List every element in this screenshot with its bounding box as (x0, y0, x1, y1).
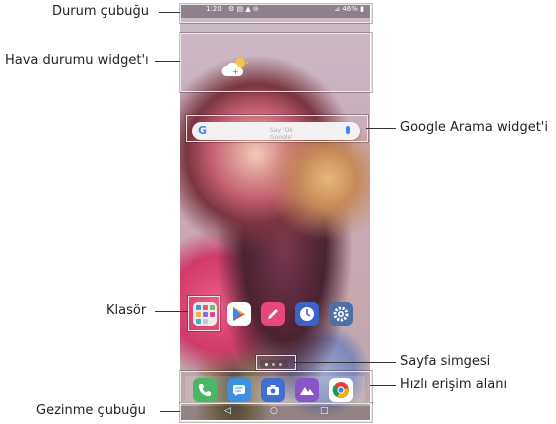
folder-label: Klasör (106, 303, 147, 318)
status-bar-label: Durum çubuğu (52, 4, 149, 19)
weather-widget-label: Hava durumu widget'ı (5, 53, 149, 68)
search-placeholder: Say 'Ok Google' (270, 127, 293, 141)
svg-text:+: + (232, 67, 239, 76)
page-indicator[interactable] (260, 360, 288, 368)
recents-icon[interactable]: □ (320, 406, 329, 416)
camera-icon[interactable] (261, 378, 285, 402)
quick-access-label: Hızlı erişim alanı (400, 377, 508, 392)
home-icon[interactable]: ○ (270, 406, 278, 416)
mic-icon[interactable] (346, 126, 350, 134)
google-search-bar[interactable]: G Say 'Ok Google' (192, 122, 360, 141)
back-icon[interactable]: ◁ (224, 406, 231, 416)
folder-icon[interactable] (193, 302, 217, 326)
folder-leader (155, 311, 188, 313)
weather-widget-leader (155, 61, 180, 63)
status-time: 1:20 (206, 5, 222, 13)
clock-icon[interactable] (295, 302, 319, 326)
gallery-icon[interactable] (295, 378, 319, 402)
chrome-icon[interactable] (329, 378, 353, 402)
google-logo-icon: G (198, 124, 208, 137)
search-widget-leader (366, 128, 396, 130)
page-icon-label: Sayfa simgesi (400, 354, 491, 369)
play-store-icon[interactable] (227, 302, 251, 326)
navigation-bar-leader (160, 411, 180, 413)
messages-icon[interactable] (227, 378, 251, 402)
phone-icon[interactable] (193, 378, 217, 402)
search-widget-label: Google Arama widget'i (400, 120, 548, 135)
phone-screen: 1:20 ⚙ ▤ ▲ ⊝ ⊿ 46% ▮ + G Say 'Ok Google' (180, 4, 370, 420)
status-bar-leader (159, 12, 180, 14)
status-bar: 1:20 ⚙ ▤ ▲ ⊝ ⊿ 46% ▮ (180, 4, 370, 18)
notes-icon[interactable] (261, 302, 285, 326)
weather-icon[interactable]: + (220, 54, 250, 80)
quick-access-leader (370, 385, 396, 387)
status-right-icons: ⊿ 46% ▮ (334, 5, 364, 13)
navigation-bar: ◁ ○ □ (180, 406, 370, 420)
navigation-bar-label: Gezinme çubuğu (36, 403, 146, 418)
settings-icon[interactable] (329, 302, 353, 326)
notification-icons: ⚙ ▤ ▲ ⊝ (228, 5, 259, 13)
page-icon-leader (294, 362, 396, 364)
